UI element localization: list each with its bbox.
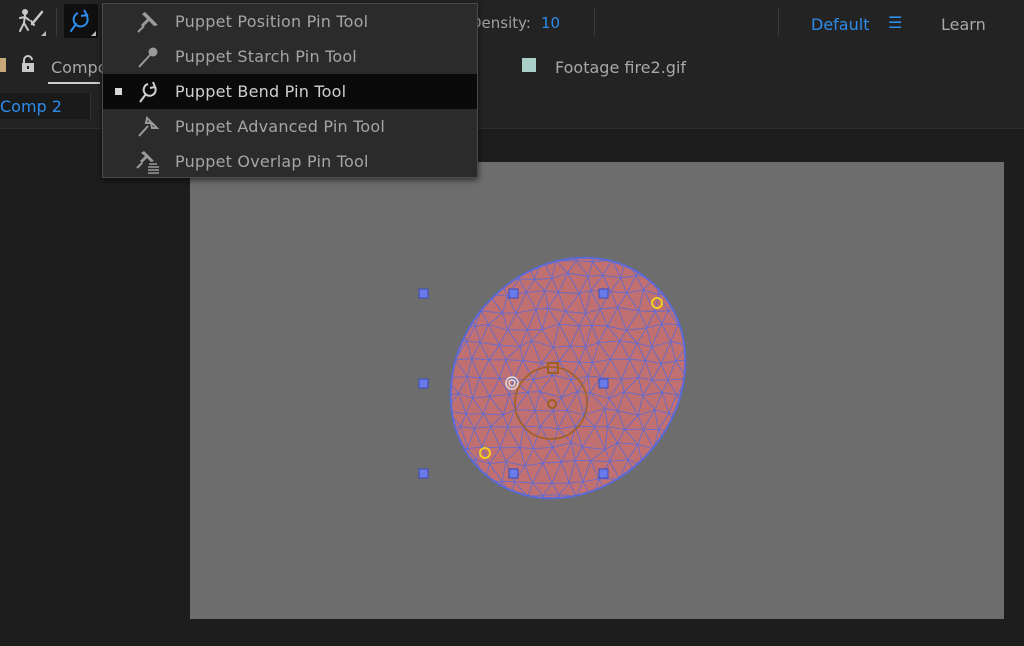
puppet-mesh-layer <box>402 210 733 535</box>
menu-item-label: Puppet Advanced Pin Tool <box>175 117 385 136</box>
menu-item-position-pin[interactable]: Puppet Position Pin Tool <box>103 4 477 39</box>
advanced-pin-icon <box>138 115 160 137</box>
comp-breadcrumb-label: Comp 2 <box>0 97 62 116</box>
menu-item-label: Puppet Starch Pin Tool <box>175 47 357 66</box>
menu-item-bend-pin[interactable]: Puppet Bend Pin Tool <box>103 74 477 109</box>
bend-pin-icon <box>139 81 157 103</box>
pin-tool-menu: Puppet Position Pin Tool Puppet Starch P… <box>102 3 478 178</box>
toolbar-divider <box>778 8 779 36</box>
handle-top-left[interactable] <box>418 288 429 299</box>
selected-bullet <box>115 88 122 95</box>
toolbar-divider <box>56 8 57 36</box>
footage-color-swatch <box>522 58 536 72</box>
handle-middle-left[interactable] <box>418 378 429 389</box>
overlap-pin-icon <box>136 151 159 174</box>
menu-item-advanced-pin[interactable]: Puppet Advanced Pin Tool <box>103 109 477 144</box>
tab-composition[interactable]: Compo <box>51 58 108 77</box>
submenu-indicator <box>91 31 96 36</box>
comp-breadcrumb[interactable]: Comp 2 <box>0 93 91 119</box>
pushpin-icon <box>137 12 158 33</box>
handle-bottom-right[interactable] <box>598 468 609 479</box>
density-label: Density: <box>470 14 531 32</box>
composition-canvas[interactable] <box>190 162 1004 619</box>
menu-item-starch-pin[interactable]: Puppet Starch Pin Tool <box>103 39 477 74</box>
label-color-swatch <box>0 58 6 72</box>
tab-footage[interactable]: Footage fire2.gif <box>555 58 686 77</box>
handle-top-center[interactable] <box>508 288 519 299</box>
puppet-tool-button[interactable] <box>14 4 48 38</box>
active-tab-indicator <box>48 82 100 84</box>
handle-bottom-left[interactable] <box>418 468 429 479</box>
workspace-learn[interactable]: Learn <box>941 15 986 34</box>
toolbar-divider <box>594 8 595 36</box>
workspace-menu-icon[interactable]: ☰ <box>888 13 902 32</box>
workspace-default[interactable]: Default <box>811 15 869 34</box>
menu-item-label: Puppet Bend Pin Tool <box>175 82 347 101</box>
menu-item-label: Puppet Position Pin Tool <box>175 12 369 31</box>
lock-icon[interactable] <box>20 55 36 73</box>
handle-bottom-center[interactable] <box>508 468 519 479</box>
handle-top-right[interactable] <box>598 288 609 299</box>
submenu-indicator <box>41 31 46 36</box>
menu-item-label: Puppet Overlap Pin Tool <box>175 152 369 171</box>
handle-middle-right[interactable] <box>598 378 609 389</box>
starch-pin-icon <box>138 47 158 68</box>
puppet-bend-pin-tool-button[interactable] <box>64 4 98 38</box>
density-value[interactable]: 10 <box>541 14 560 32</box>
menu-item-overlap-pin[interactable]: Puppet Overlap Pin Tool <box>103 144 477 179</box>
